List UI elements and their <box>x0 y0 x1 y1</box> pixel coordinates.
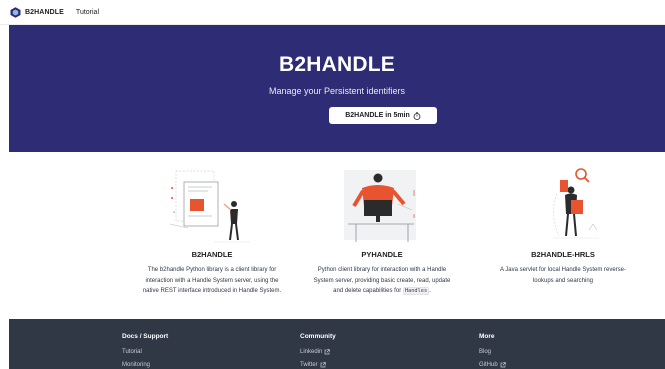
footer-link-label: Tutorial <box>122 349 142 355</box>
footer-column-title: More <box>479 333 495 340</box>
footer-link-linkedin[interactable]: Linkedin <box>300 349 336 355</box>
footer-link-label: Blog <box>479 349 492 355</box>
feature-description: Python client library for interaction wi… <box>292 265 472 297</box>
feature-description: The b2handle Python library is a client … <box>122 265 302 297</box>
footer-link-label: GitHub <box>479 362 498 368</box>
external-link-icon <box>325 349 331 355</box>
feature-description-text: and delete capabilities for <box>333 288 402 294</box>
footer-column-more: More Blog GitHub <box>479 333 506 369</box>
timer-icon <box>413 111 421 120</box>
feature-description-line: and delete capabilities for Handles. <box>292 286 472 297</box>
features-section: B2HANDLE The b2handle Python library is … <box>9 152 665 319</box>
get-started-button-label: B2HANDLE in 5min <box>345 112 410 119</box>
feature-description-line: A Java servlet for local Handle System r… <box>499 267 627 273</box>
inline-code: Handles <box>402 287 430 295</box>
footer: Docs / Support Tutorial Monitoring Commu… <box>9 319 665 369</box>
feature-description: A Java servlet for local Handle System r… <box>473 265 653 286</box>
developer-desk-illustration <box>344 170 416 242</box>
feature-description-line: The b2handle Python library is a client … <box>147 267 277 273</box>
footer-column-community: Community Linkedin Twitter <box>300 333 336 369</box>
footer-link-label: Twitter <box>300 362 318 368</box>
footer-link-tutorial[interactable]: Tutorial <box>122 349 168 355</box>
footer-link-label: Monitoring <box>122 362 151 368</box>
external-link-icon <box>320 362 326 368</box>
search-person-illustration <box>553 168 599 239</box>
hero-subtitle: Manage your Persistent identifiers <box>268 86 406 96</box>
feature-title: B2HANDLE-HRLS <box>531 250 595 259</box>
hero-title: B2HANDLE <box>279 53 395 76</box>
navbar: B2HANDLE Tutorial <box>0 0 665 25</box>
footer-link-twitter[interactable]: Twitter <box>300 362 336 368</box>
footer-link-label: Linkedin <box>300 349 323 355</box>
feature-description-line: interaction with a Handle System server,… <box>145 277 279 284</box>
footer-column-title: Docs / Support <box>122 333 169 340</box>
feature-description-line: native REST interface introduced in Hand… <box>142 288 282 294</box>
feature-title: B2HANDLE <box>191 250 233 259</box>
feature-description-line: lookups and searching <box>532 277 594 284</box>
b2handle-logo-icon <box>10 6 21 18</box>
footer-column-docs: Docs / Support Tutorial Monitoring <box>122 333 168 369</box>
get-started-button[interactable]: B2HANDLE in 5min <box>329 107 437 124</box>
feature-title: PYHANDLE <box>361 250 403 259</box>
footer-column-title: Community <box>300 333 336 340</box>
footer-link-monitoring[interactable]: Monitoring <box>122 362 168 368</box>
external-link-icon <box>500 362 506 368</box>
navbar-brand[interactable]: B2HANDLE <box>10 6 64 18</box>
document-person-illustration <box>169 170 250 243</box>
hero-banner: B2HANDLE Manage your Persistent identifi… <box>9 25 665 152</box>
feature-description-suffix: . <box>429 288 431 294</box>
footer-link-blog[interactable]: Blog <box>479 349 506 355</box>
nav-link-tutorial[interactable]: Tutorial <box>76 9 99 16</box>
feature-description-line: Python client library for interaction wi… <box>317 267 447 273</box>
brand-title: B2HANDLE <box>25 8 64 16</box>
footer-link-github[interactable]: GitHub <box>479 362 506 368</box>
feature-description-line: System server, providing basic create, r… <box>313 277 451 284</box>
